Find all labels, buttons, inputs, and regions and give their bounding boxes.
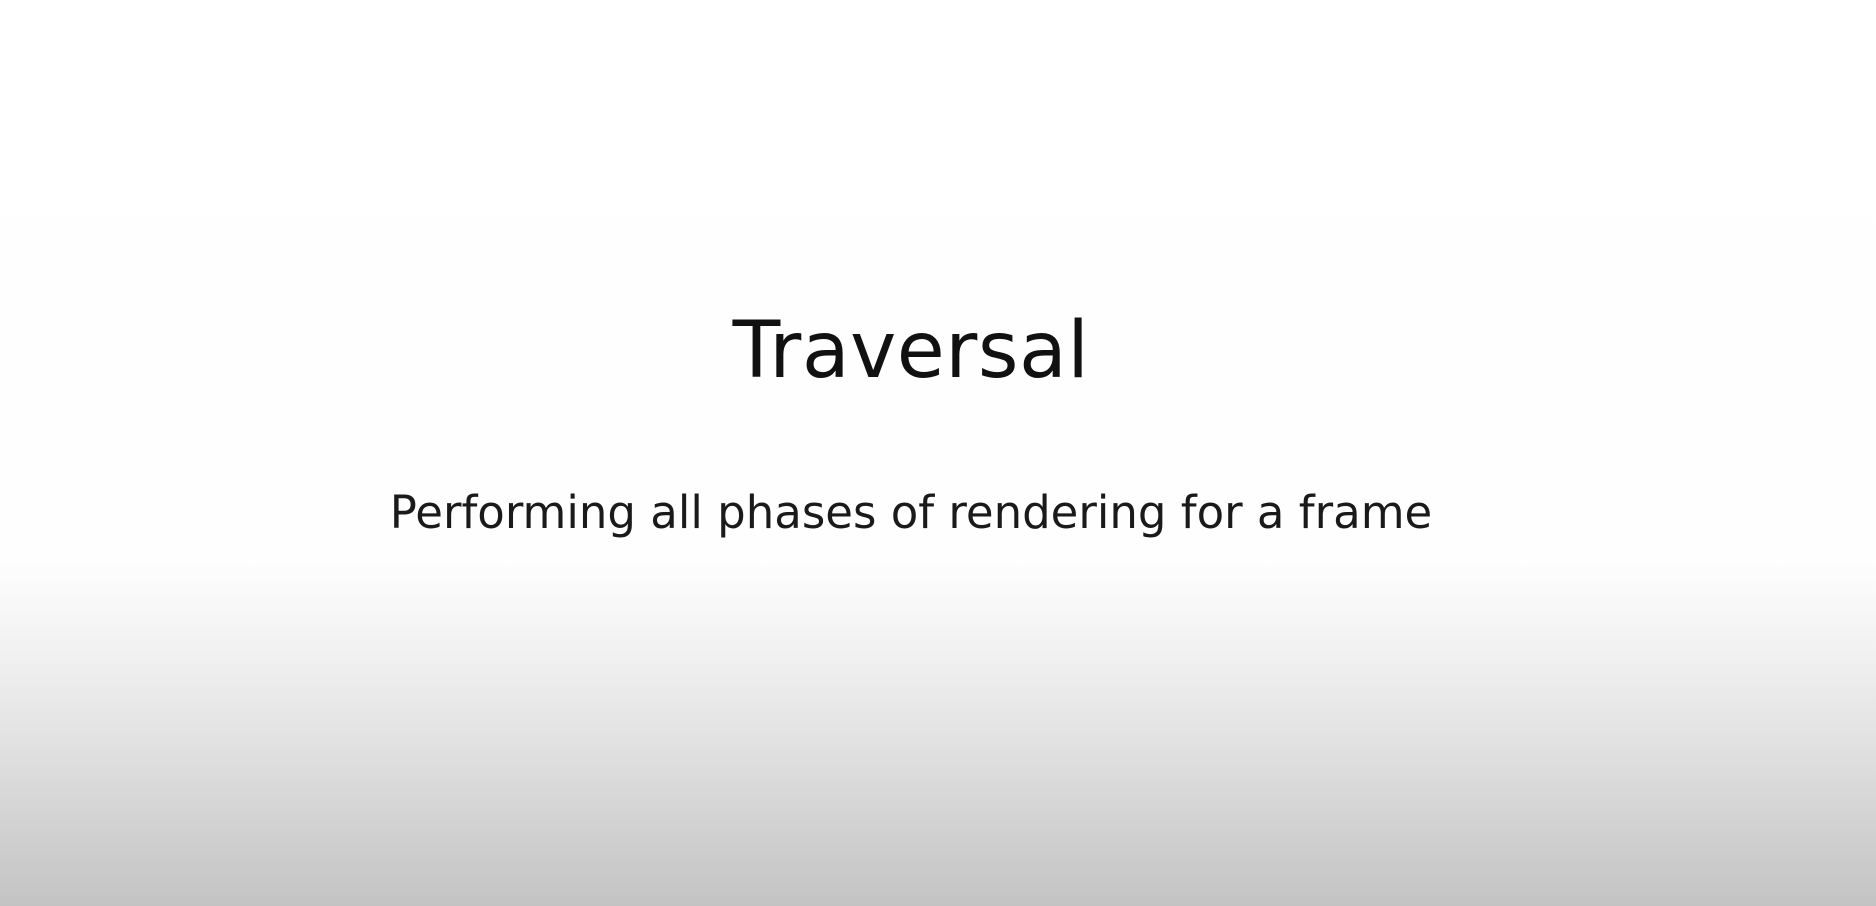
slide-subtitle: Performing all phases of rendering for a… bbox=[389, 486, 1433, 539]
slide-title: Traversal bbox=[732, 306, 1090, 396]
slide-canvas: Traversal Performing all phases of rende… bbox=[0, 0, 1876, 906]
